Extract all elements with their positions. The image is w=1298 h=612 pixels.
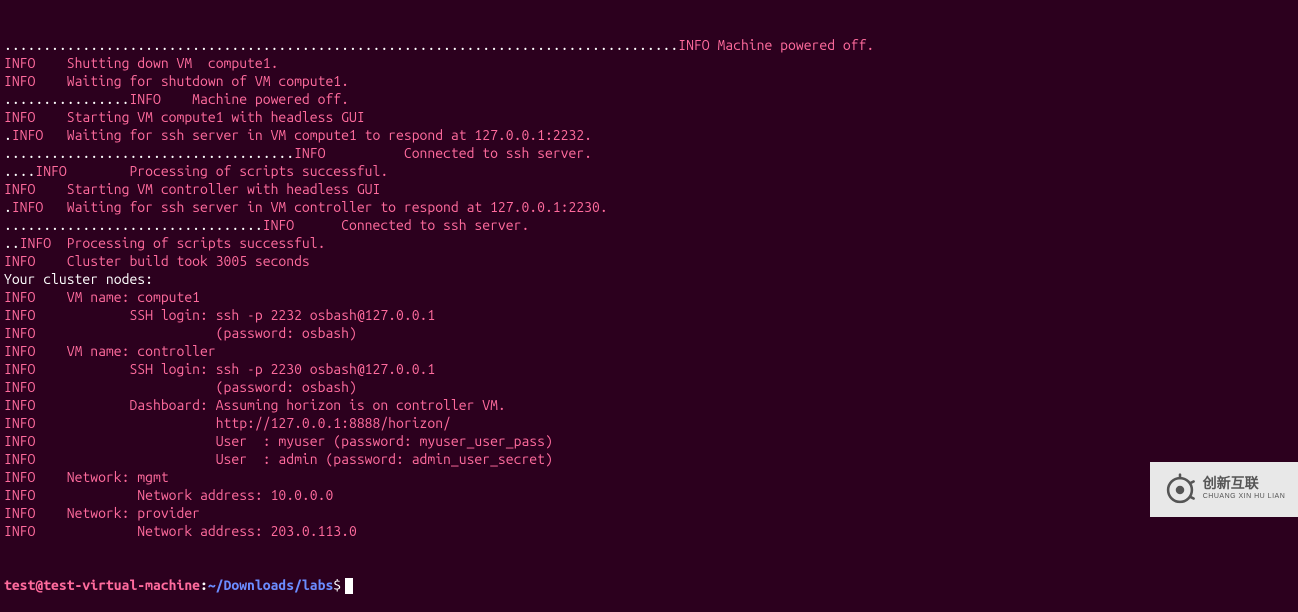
terminal-segment: INFO Processing of scripts successful. [35,163,388,179]
terminal-line: Your cluster nodes: [4,270,1294,288]
terminal-segment: INFO Waiting for shutdown of VM compute1… [4,73,349,89]
terminal-line: .INFO Waiting for ssh server in VM contr… [4,198,1294,216]
terminal-segment: .... [4,163,35,179]
terminal-segment: INFO Network address: 203.0.113.0 [4,523,357,539]
watermark-logo: 创新互联 CHUANG XIN HU LIAN [1150,462,1298,517]
terminal-segment: INFO Network address: 10.0.0.0 [4,487,333,503]
terminal-line: ........................................… [4,36,1294,54]
terminal-line: INFO Network address: 203.0.113.0 [4,522,1294,540]
terminal-line: INFO User : myuser (password: myuser_use… [4,432,1294,450]
terminal-line: INFO (password: osbash) [4,378,1294,396]
terminal-segment: INFO (password: osbash) [4,379,357,395]
terminal-line: INFO Starting VM compute1 with headless … [4,108,1294,126]
terminal-segment: INFO Dashboard: Assuming horizon is on c… [4,397,506,413]
terminal-segment: INFO SSH login: ssh -p 2230 osbash@127.0… [4,361,435,377]
terminal-segment: INFO SSH login: ssh -p 2232 osbash@127.0… [4,307,435,323]
terminal-segment: .. [4,235,20,251]
terminal-segment: INFO Shutting down VM compute1. [4,55,278,71]
terminal-segment: INFO Waiting for ssh server in VM contro… [12,199,608,215]
terminal-segment: INFO VM name: compute1 [4,289,200,305]
terminal-line: INFO Cluster build took 3005 seconds [4,252,1294,270]
terminal-line: INFO (password: osbash) [4,324,1294,342]
terminal-segment: ................................. [4,217,263,233]
terminal-line: INFO http://127.0.0.1:8888/horizon/ [4,414,1294,432]
watermark-text: 创新互联 CHUANG XIN HU LIAN [1203,476,1286,504]
terminal-segment: ..................................... [4,145,294,161]
terminal-segment: . [4,199,12,215]
terminal-segment: INFO Starting VM compute1 with headless … [4,109,365,125]
terminal-segment: INFO Cluster build took 3005 seconds [4,253,310,269]
terminal-output[interactable]: ........................................… [4,0,1294,612]
terminal-line: INFO User : admin (password: admin_user_… [4,450,1294,468]
terminal-segment: INFO VM name: controller [4,343,216,359]
terminal-segment: INFO Connected to ssh server. [294,145,592,161]
terminal-line: INFO Network address: 10.0.0.0 [4,486,1294,504]
prompt-dollar: $ [333,577,341,593]
terminal-segment: INFO Network: mgmt [4,469,169,485]
prompt-user: test@test-virtual-machine [4,577,200,593]
terminal-line: INFO Starting VM controller with headles… [4,180,1294,198]
terminal-segment: INFO Waiting for ssh server in VM comput… [12,127,592,143]
terminal-segment: INFO User : myuser (password: myuser_use… [4,433,553,449]
terminal-segment: INFO Connected to ssh server. [263,217,530,233]
terminal-segment: ........................................… [4,37,678,53]
terminal-line: INFO Network: provider [4,504,1294,522]
prompt-colon: : [200,577,208,593]
terminal-segment: INFO (password: osbash) [4,325,357,341]
terminal-segment: INFO Network: provider [4,505,200,521]
terminal-line: INFO VM name: compute1 [4,288,1294,306]
terminal-line: INFO Shutting down VM compute1. [4,54,1294,72]
terminal-line: INFO SSH login: ssh -p 2232 osbash@127.0… [4,306,1294,324]
terminal-segment: INFO Starting VM controller with headles… [4,181,380,197]
terminal-line: ..INFO Processing of scripts successful. [4,234,1294,252]
terminal-line: ................INFO Machine powered off… [4,90,1294,108]
terminal-segment: Your cluster nodes: [4,271,153,287]
terminal-line: INFO Network: mgmt [4,468,1294,486]
terminal-line: ....INFO Processing of scripts successfu… [4,162,1294,180]
prompt-line[interactable]: test@test-virtual-machine:~/Downloads/la… [4,576,1294,594]
terminal-line: INFO Waiting for shutdown of VM compute1… [4,72,1294,90]
terminal-line: .................................INFO Co… [4,216,1294,234]
terminal-segment: INFO http://127.0.0.1:8888/horizon/ [4,415,451,431]
terminal-line: INFO Dashboard: Assuming horizon is on c… [4,396,1294,414]
terminal-segment: INFO Machine powered off. [678,37,874,53]
cursor [345,578,353,594]
prompt-path: ~/Downloads/labs [208,577,333,593]
watermark-icon [1163,473,1197,507]
terminal-segment: INFO User : admin (password: admin_user_… [4,451,553,467]
terminal-segment: . [4,127,12,143]
terminal-line: .INFO Waiting for ssh server in VM compu… [4,126,1294,144]
terminal-line: .....................................INF… [4,144,1294,162]
terminal-line: INFO VM name: controller [4,342,1294,360]
terminal-segment: INFO Machine powered off. [129,91,349,107]
terminal-segment: INFO Processing of scripts successful. [20,235,326,251]
terminal-segment: ................ [4,91,129,107]
terminal-line: INFO SSH login: ssh -p 2230 osbash@127.0… [4,360,1294,378]
